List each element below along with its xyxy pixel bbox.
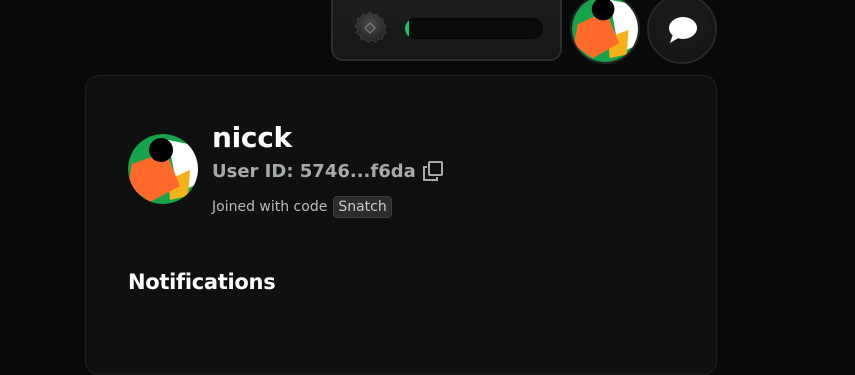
profile-card xyxy=(85,75,717,375)
user-id-row: User ID: 5746...f6da xyxy=(212,160,444,182)
balance-progress-bar xyxy=(405,18,543,39)
profile-avatar xyxy=(128,134,198,204)
chat-bubble-icon xyxy=(669,17,697,43)
user-avatar xyxy=(572,0,638,62)
copy-icon[interactable] xyxy=(422,160,444,182)
user-id-text: User ID: 5746...f6da xyxy=(212,160,416,182)
joined-row: Joined with code Snatch xyxy=(212,196,392,218)
username: nicck xyxy=(212,121,292,154)
notifications-heading: Notifications xyxy=(128,270,276,294)
avatar-button[interactable] xyxy=(570,0,640,64)
invite-code-badge: Snatch xyxy=(333,196,392,218)
joined-label: Joined with code xyxy=(212,199,328,215)
chat-button[interactable] xyxy=(647,0,717,64)
coin-icon xyxy=(354,11,387,43)
